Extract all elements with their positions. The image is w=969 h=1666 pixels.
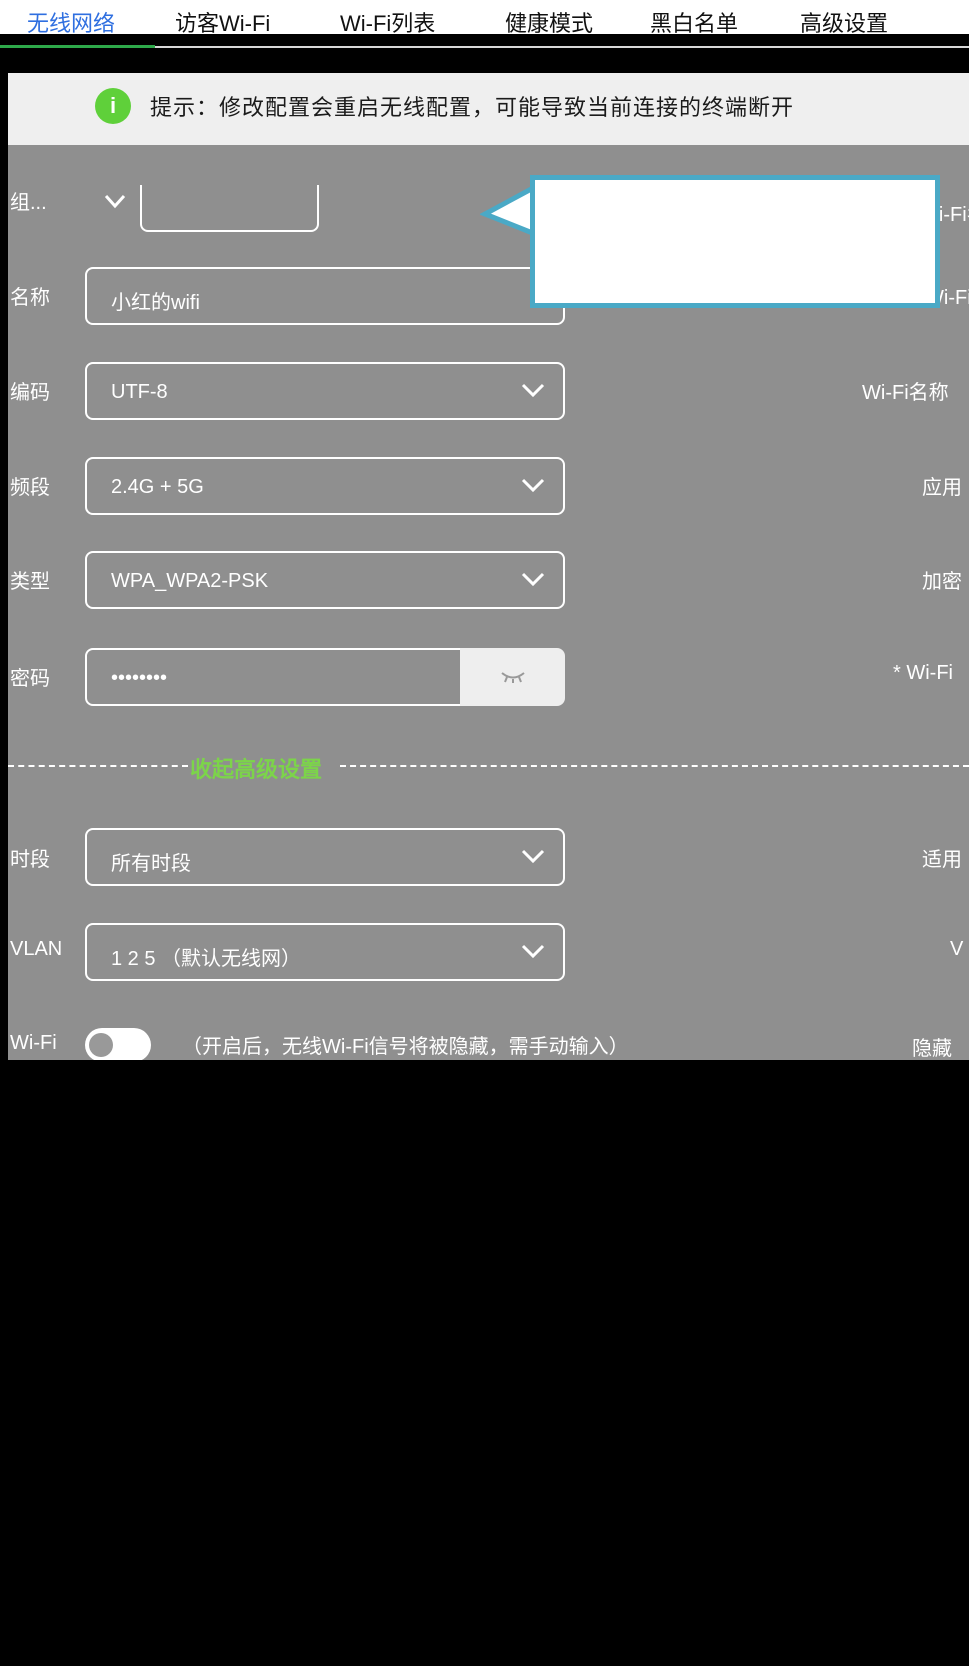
security-type-value: WPA_WPA2-PSK [111, 570, 269, 592]
group-select-field[interactable] [140, 185, 319, 232]
eye-closed-icon [501, 672, 525, 683]
tooltip-box [530, 175, 940, 308]
right-help-label: 隐藏 [912, 1038, 952, 1060]
tab-bar: 无线网络 访客Wi-Fi Wi-Fi列表 健康模式 黑白名单 高级设置 [0, 0, 969, 36]
security-type-label: 类型 [10, 571, 50, 593]
vlan-value: 1 2 5 （默认无线网） [111, 948, 302, 970]
chevron-down-icon[interactable] [100, 190, 130, 212]
password-value: •••••••• [111, 667, 168, 689]
ssid-input[interactable]: 小红的wifi [85, 267, 565, 325]
time-period-select[interactable]: 所有时段 [85, 828, 565, 886]
password-input[interactable]: •••••••• [85, 648, 465, 706]
info-icon: i [95, 88, 131, 124]
time-period-label: 时段 [10, 849, 50, 871]
hide-wifi-description: （开启后，无线Wi-Fi信号将被隐藏，需手动输入） [182, 1036, 629, 1058]
vlan-label: VLAN [10, 938, 63, 960]
right-help-label: 加密 [922, 571, 962, 593]
right-help-label: * Wi-Fi [893, 662, 953, 684]
right-help-label: Wi-Fi名称 [862, 382, 949, 404]
band-select[interactable]: 2.4G + 5G [85, 457, 565, 515]
ssid-value: 小红的wifi [111, 292, 200, 314]
section-divider [8, 765, 188, 767]
security-type-select[interactable]: WPA_WPA2-PSK [85, 551, 565, 609]
encoding-value: UTF-8 [111, 381, 168, 403]
collapse-advanced-link[interactable]: 收起高级设置 [190, 752, 322, 784]
chevron-down-icon [521, 478, 545, 493]
toggle-knob [89, 1033, 113, 1057]
encoding-label: 编码 [10, 382, 50, 404]
right-help-label: 应用 [922, 477, 962, 499]
right-help-label: V [950, 938, 964, 960]
dark-band [8, 48, 969, 73]
hide-wifi-toggle[interactable] [85, 1028, 151, 1062]
chevron-down-icon [521, 849, 545, 864]
time-period-value: 所有时段 [111, 853, 191, 875]
band-label: 频段 [10, 477, 50, 499]
chevron-down-icon [521, 383, 545, 398]
encoding-select[interactable]: UTF-8 [85, 362, 565, 420]
section-divider [340, 765, 969, 767]
chevron-down-icon [521, 572, 545, 587]
band-value: 2.4G + 5G [111, 476, 204, 498]
empty-region [0, 1060, 969, 1666]
notice-text: 提示：修改配置会重启无线配置，可能导致当前连接的终端断开 [150, 95, 795, 120]
ssid-label: 名称 [10, 287, 50, 309]
password-label: 密码 [10, 668, 50, 690]
toggle-password-visibility-button[interactable] [460, 648, 565, 706]
chevron-down-icon [521, 944, 545, 959]
right-help-label: 适用 [922, 849, 962, 871]
hide-wifi-label: Wi-Fi [10, 1032, 57, 1054]
group-select-label[interactable]: 组... [10, 186, 47, 215]
vlan-select[interactable]: 1 2 5 （默认无线网） [85, 923, 565, 981]
